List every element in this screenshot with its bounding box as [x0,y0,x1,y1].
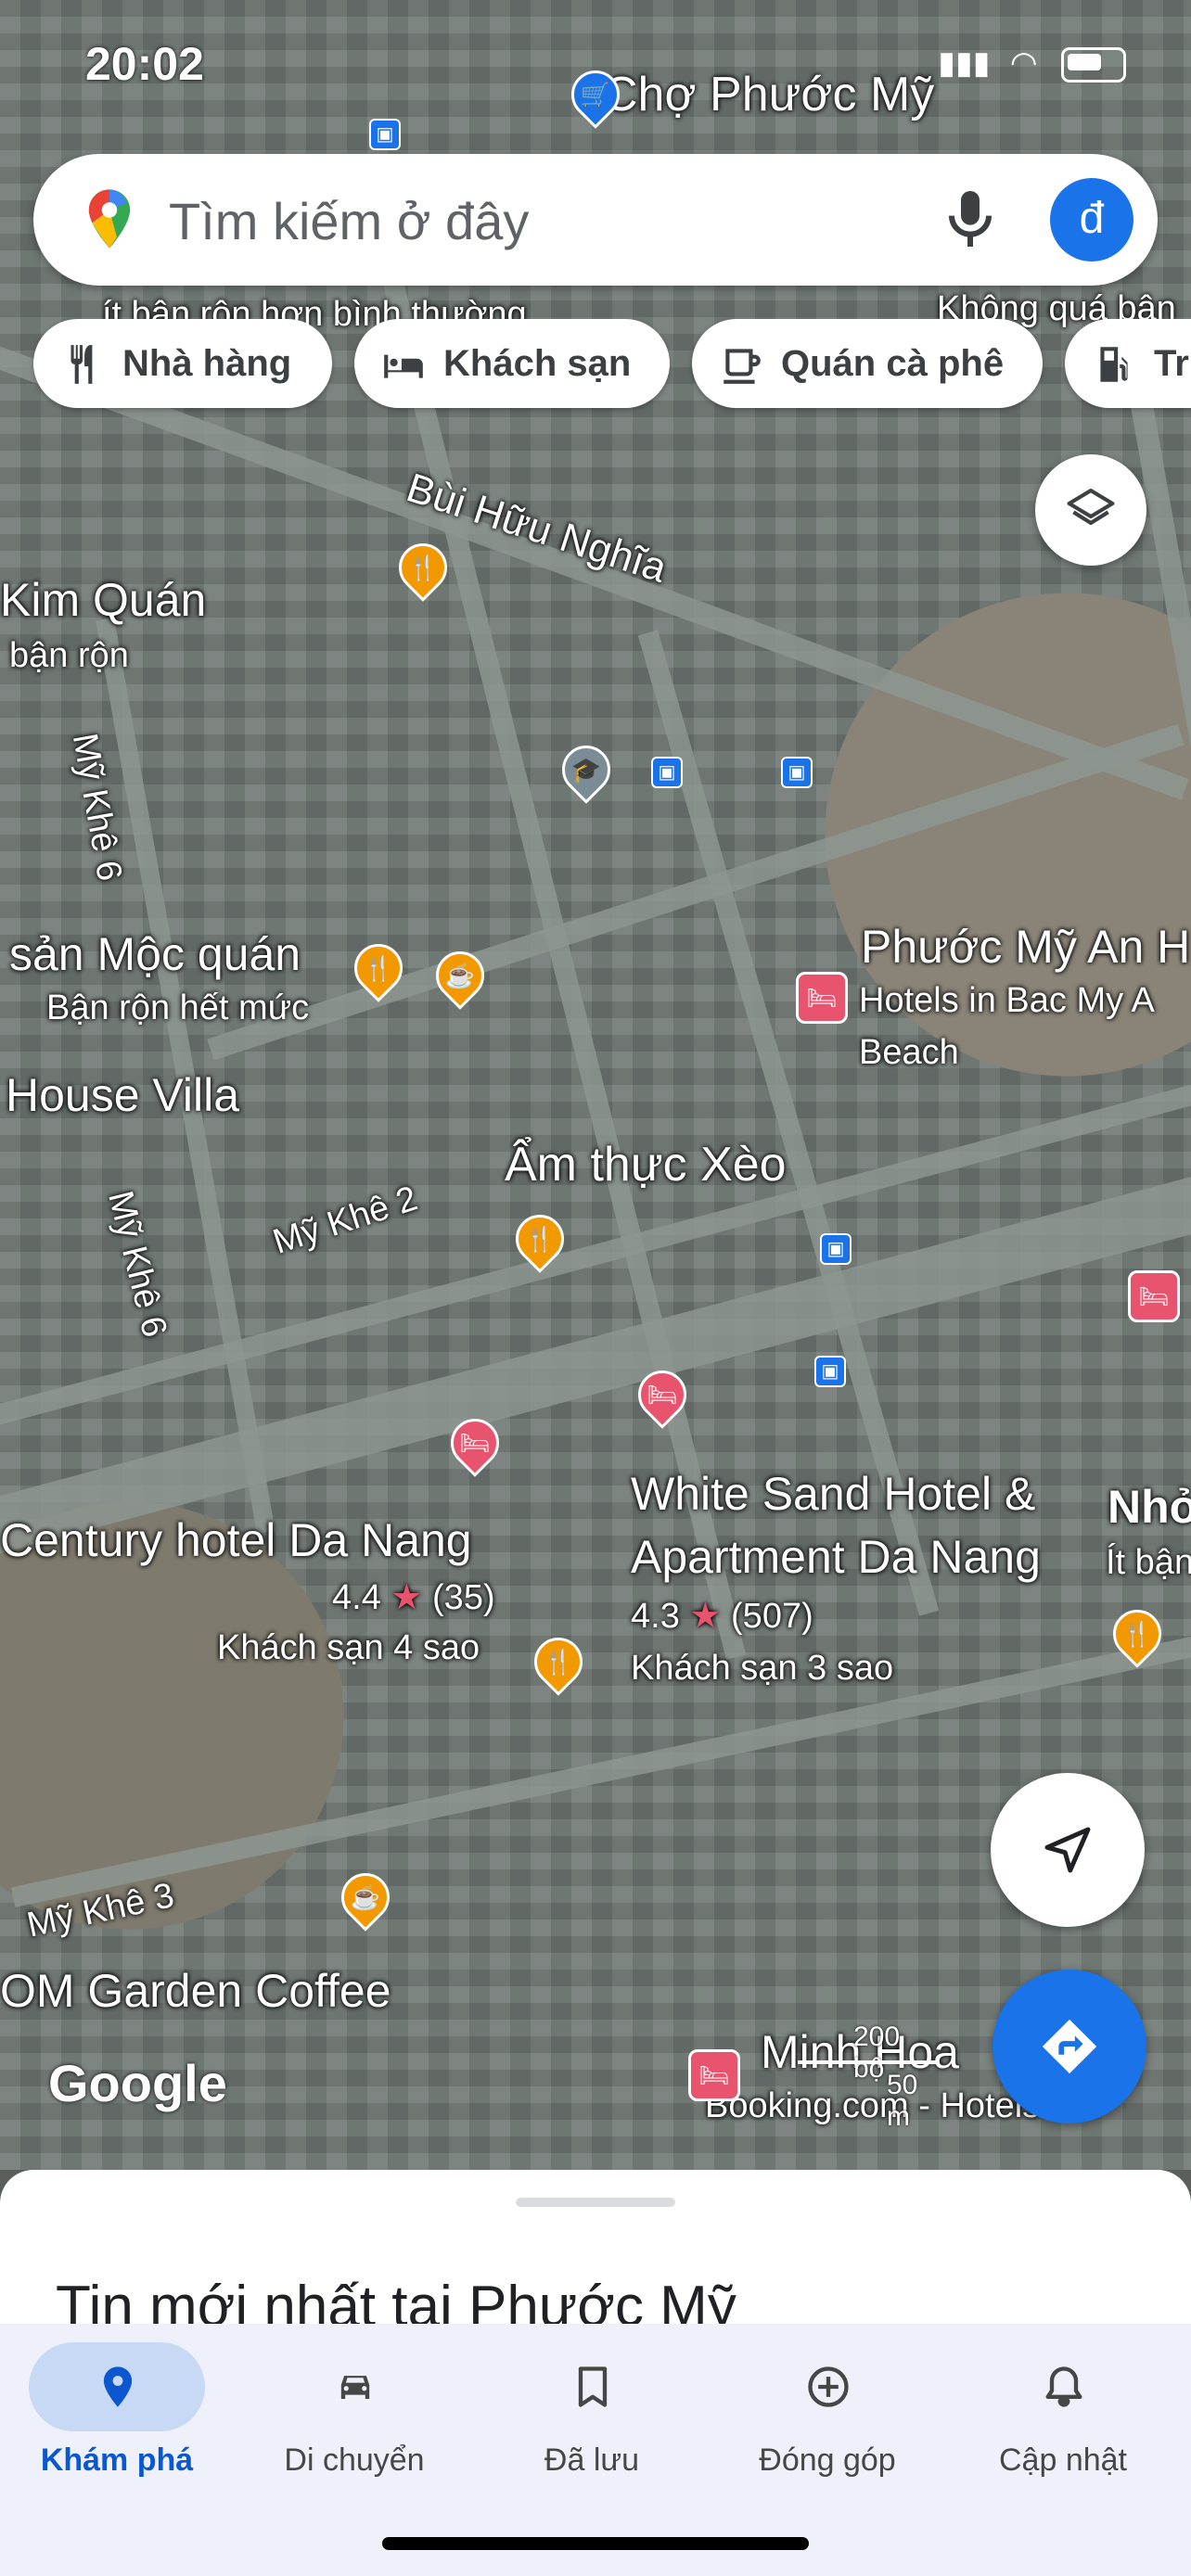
nav-saved[interactable]: Đã lưu [473,2342,711,2479]
rating-label: 4.4 ★ (35) [332,1578,495,1617]
bus-stop-icon[interactable]: ▣ [651,757,683,788]
status-time: 20:02 [85,38,204,90]
account-avatar[interactable]: đ [1050,178,1133,261]
bus-stop-icon[interactable]: ▣ [820,1233,852,1265]
place-label: Phước Mỹ An H [861,921,1191,973]
scale-bar [798,2060,937,2064]
gas-pump-icon [1100,347,1128,382]
microphone-icon[interactable] [933,182,1007,256]
street-label: Mỹ Khê 2 [268,1179,423,1262]
rating-label: 4.3 ★ (507) [631,1597,813,1636]
nav-label: Đã lưu [544,2442,640,2478]
chip-label: Nhà hàng [122,343,292,384]
bus-stop-icon[interactable]: ▣ [781,757,813,788]
chip-label: Quán cà phê [781,343,1005,384]
chip-restaurants[interactable]: Nhà hàng [33,319,332,408]
road [366,215,747,1660]
google-maps-logo-icon [88,189,131,249]
bottom-sheet[interactable]: Tin mới nhất tại Phước Mỹ [0,2170,1191,2327]
signal-icon: ▮▮▮ [938,45,991,81]
layers-icon [1067,488,1115,526]
place-label: sản Mộc quán [9,928,301,980]
status-bar: 20:02 ▮▮▮ ◠ [0,37,1191,102]
car-icon [340,2376,370,2399]
directions-icon [1042,2019,1097,2074]
home-indicator[interactable] [382,2537,809,2550]
restaurant-pin-icon[interactable]: 🍴 [524,1627,593,1696]
directions-button[interactable] [992,1970,1146,2123]
busy-status-label: Bận rộn hết mức [46,988,310,1027]
hotel-type-label: Khách sạn 4 sao [217,1628,480,1667]
nav-go[interactable]: Di chuyển [236,2342,473,2479]
hotel-type-label: Khách sạn 3 sao [631,1649,894,1688]
hotel-marker-icon[interactable]: 🛏 [1128,1270,1180,1322]
place-label: Kim Quán [0,574,207,626]
chip-label: Tr [1154,343,1189,384]
scale-metric: 50 m [887,2070,918,2132]
bus-stop-icon[interactable]: ▣ [369,119,401,150]
sheet-title: Tin mới nhất tại Phước Mỹ [56,2275,736,2327]
nav-explore-indicator [29,2342,205,2431]
hotel-label: Century hotel Da Nang [0,1514,472,1566]
location-pin-icon [103,2366,133,2407]
sheet-drag-handle[interactable] [516,2198,675,2207]
place-label: Hotels in Bac My A [859,981,1155,1020]
nav-label: Đóng góp [759,2442,896,2478]
cafe-pin-icon[interactable]: ☕ [331,1863,400,1932]
fork-knife-icon [70,345,93,384]
place-label: Booking.com - Hotels [705,2086,1041,2125]
place-label: Nhỏ [1108,1481,1191,1533]
battery-icon [1061,47,1126,83]
nav-label: Di chuyển [284,2442,425,2478]
hotel-label: White Sand Hotel & [631,1468,1036,1520]
bookmark-icon [578,2366,608,2407]
bell-icon [1045,2366,1082,2407]
status-icons: ▮▮▮ ◠ [938,45,1126,83]
chip-label: Khách sạn [443,343,632,384]
school-pin-icon[interactable]: 🎓 [552,735,621,804]
busy-status-label: Ít bận [1106,1543,1191,1582]
hotel-marker-icon[interactable]: 🛏 [796,972,848,1024]
layers-button[interactable] [1035,454,1146,566]
my-location-button[interactable] [991,1773,1145,1927]
chip-gas[interactable]: Tr [1065,319,1191,408]
nav-updates[interactable]: Cập nhật [944,2342,1182,2479]
chip-hotels[interactable]: Khách sạn [354,319,670,408]
add-circle-icon [808,2366,849,2407]
nav-explore[interactable]: Khám phá [0,2342,236,2479]
search-input[interactable]: Tìm kiếm ở đây [169,191,529,251]
cafe-label: OM Garden Coffee [0,1965,391,2017]
restaurant-pin-icon[interactable]: 🍴 [389,533,457,602]
street-label: Mỹ Khê 6 [100,1187,174,1342]
navigation-arrow-icon [1044,1827,1091,1873]
bus-stop-icon[interactable]: ▣ [814,1356,846,1387]
hotel-marker-icon[interactable]: 🛏 [688,2049,740,2101]
bed-icon [384,354,423,378]
wifi-icon: ◠ [1009,45,1038,81]
hotel-label: Apartment Da Nang [631,1531,1041,1583]
chip-cafes[interactable]: Quán cà phê [692,319,1043,408]
nav-label: Cập nhật [999,2442,1127,2478]
busy-status-label: bận rộn [9,636,129,675]
coffee-icon [724,349,761,384]
restaurant-label: Ẩm thực Xèo [505,1138,787,1192]
google-logo: Google [48,2054,227,2112]
nav-label: Khám phá [40,2442,194,2478]
place-label: Beach [859,1033,959,1072]
place-label: House Villa [6,1069,240,1121]
search-bar[interactable]: Tìm kiếm ở đây đ [33,154,1158,286]
nav-contribute[interactable]: Đóng góp [709,2342,946,2479]
